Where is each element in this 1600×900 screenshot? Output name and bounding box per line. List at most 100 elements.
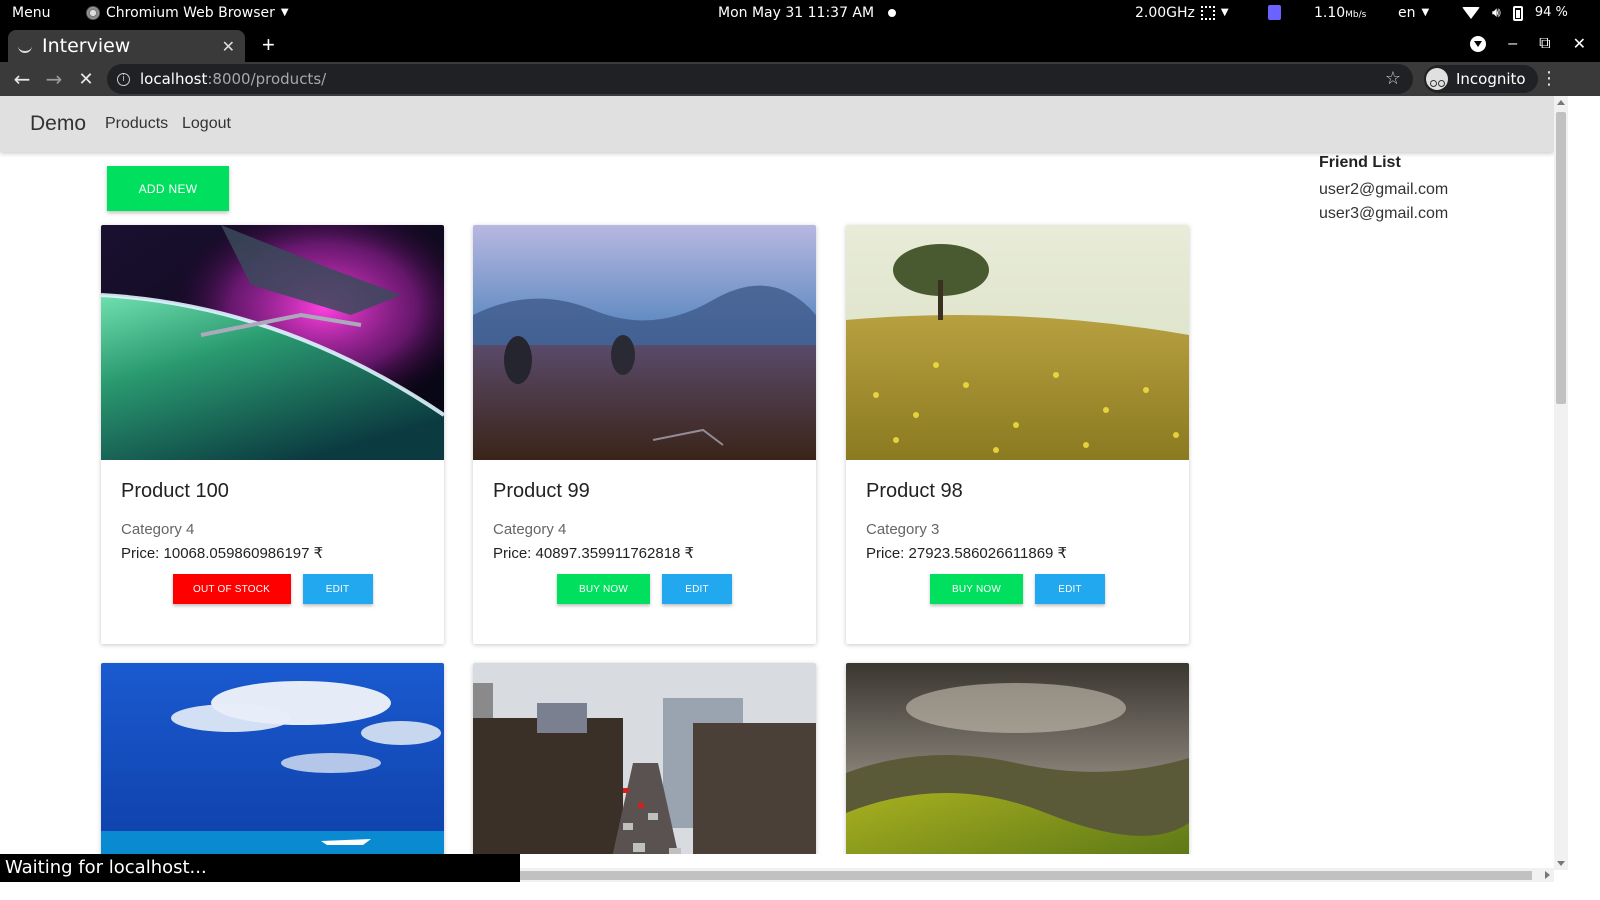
net-speed-unit: Mb/s [1345, 10, 1367, 20]
browser-toolbar: ← → ✕ i localhost:8000/products/ ☆ Incog… [0, 62, 1600, 96]
product-price: Price: 40897.359911762818 ₹ [493, 545, 695, 562]
caret-down-icon: ▼ [1421, 7, 1430, 18]
back-arrow-icon[interactable]: ← [6, 67, 38, 91]
battery-percent: 94 % [1534, 5, 1568, 20]
os-active-app[interactable]: Chromium Web Browser ▼ [86, 0, 289, 26]
notification-dot-icon [888, 9, 897, 17]
friend-list: Friend List user2@gmail.com user3@gmail.… [1319, 154, 1448, 226]
url-path: :8000/products/ [207, 70, 327, 88]
tab-search-icon[interactable] [1470, 36, 1487, 52]
browser-tab-strip: Interview ✕ + – ⧉ ✕ [0, 26, 1600, 62]
card-body: Product 99 Category 4 Price: 40897.35991… [473, 460, 816, 562]
friend-item: user3@gmail.com [1319, 205, 1449, 222]
scroll-right-icon[interactable] [1545, 871, 1550, 879]
product-image[interactable] [101, 225, 444, 460]
product-card [473, 663, 816, 854]
bottom-filler [0, 882, 1600, 900]
loading-spinner-icon [18, 39, 32, 53]
add-new-button[interactable]: ADD NEW [107, 166, 229, 211]
stop-loading-icon[interactable]: ✕ [70, 69, 102, 90]
product-image[interactable] [846, 663, 1189, 854]
scroll-up-icon[interactable] [1557, 100, 1565, 105]
cpu-chip-icon [1200, 6, 1215, 20]
card-actions: BUY NOW EDIT [846, 574, 1189, 644]
loading-status: Waiting for localhost... [0, 854, 520, 882]
volume-icon: 🔊︎ [1492, 5, 1501, 21]
language-code: en [1398, 5, 1416, 21]
bookmark-star-icon[interactable]: ☆ [1385, 68, 1401, 89]
os-clock-text: Mon May 31 11:37 AM [718, 5, 875, 21]
nav-products-link[interactable]: Products [105, 115, 168, 133]
product-image[interactable] [473, 225, 816, 460]
nav-logout-link[interactable]: Logout [182, 115, 231, 133]
battery-icon [1512, 5, 1523, 21]
os-cpu-indicator[interactable]: 2.00GHz ▼ [1135, 0, 1229, 26]
caret-down-icon: ▼ [280, 7, 289, 18]
close-window-icon[interactable]: ✕ [1573, 34, 1586, 54]
scroll-down-icon[interactable] [1557, 861, 1565, 866]
friend-list-title: Friend List [1319, 154, 1401, 171]
os-system-tray[interactable]: 🔊︎ 94 % [1462, 0, 1568, 26]
tab-close-icon[interactable]: ✕ [222, 37, 235, 56]
product-category: Category 4 [493, 521, 567, 538]
product-card [101, 663, 444, 854]
product-card: Product 99 Category 4 Price: 40897.35991… [473, 225, 816, 644]
os-language[interactable]: en ▼ [1398, 0, 1429, 26]
edit-button[interactable]: EDIT [662, 574, 732, 604]
out-of-stock-button[interactable]: OUT OF STOCK [172, 574, 291, 604]
url-host: localhost [140, 70, 208, 88]
address-bar[interactable]: i localhost:8000/products/ ☆ [107, 64, 1413, 94]
product-card [846, 663, 1189, 854]
incognito-icon [1426, 68, 1448, 90]
card-body: Product 98 Category 3 Price: 27923.58602… [846, 460, 1189, 562]
os-network-speed[interactable]: 1.10Mb/s [1314, 0, 1366, 26]
product-price: Price: 27923.586026611869 ₹ [866, 545, 1068, 562]
os-menu-button[interactable]: Menu [12, 0, 50, 26]
product-card: Product 98 Category 3 Price: 27923.58602… [846, 225, 1189, 644]
restore-icon[interactable]: ⧉ [1539, 35, 1550, 53]
edit-button[interactable]: EDIT [1035, 574, 1105, 604]
tab-title: Interview [42, 35, 131, 57]
buy-now-button[interactable]: BUY NOW [930, 574, 1023, 604]
product-image[interactable] [473, 663, 816, 854]
buy-now-button[interactable]: BUY NOW [557, 574, 650, 604]
brand-link[interactable]: Demo [30, 112, 86, 136]
friend-item: user2@gmail.com [1319, 181, 1449, 198]
browser-tab[interactable]: Interview ✕ [8, 30, 245, 62]
vertical-scroll-thumb[interactable] [1556, 112, 1566, 404]
new-tab-button[interactable]: + [262, 32, 275, 58]
window-controls: – ⧉ ✕ [1470, 34, 1586, 54]
product-image[interactable] [101, 663, 444, 854]
card-actions: BUY NOW EDIT [473, 574, 816, 644]
product-image[interactable] [846, 225, 1189, 460]
os-app-name: Chromium Web Browser [106, 5, 275, 21]
horizontal-scroll-thumb[interactable] [520, 871, 1532, 880]
product-title: Product 99 [493, 480, 590, 502]
vertical-scrollbar[interactable] [1554, 96, 1568, 870]
wifi-icon [1462, 7, 1480, 19]
card-actions: OUT OF STOCK EDIT [101, 574, 444, 644]
page-viewport: Demo Products Logout ADD NEW Friend List… [0, 96, 1554, 854]
product-category: Category 4 [121, 521, 195, 538]
os-clock[interactable]: Mon May 31 11:37 AM [718, 0, 897, 26]
incognito-indicator[interactable]: Incognito [1424, 65, 1538, 93]
horizontal-scrollbar[interactable] [520, 868, 1554, 882]
forward-arrow-icon[interactable]: → [38, 67, 70, 91]
product-title: Product 100 [121, 480, 229, 502]
incognito-label: Incognito [1456, 70, 1526, 88]
edit-button[interactable]: EDIT [302, 574, 373, 604]
os-top-bar: Menu Chromium Web Browser ▼ Mon May 31 1… [0, 0, 1600, 26]
card-body: Product 100 Category 4 Price: 10068.0598… [101, 460, 444, 562]
os-note-indicator[interactable] [1268, 0, 1281, 26]
caret-down-icon: ▼ [1220, 7, 1229, 18]
product-card: Product 100 Category 4 Price: 10068.0598… [101, 225, 444, 644]
minimize-icon[interactable]: – [1508, 35, 1517, 53]
site-navbar: Demo Products Logout [0, 96, 1554, 152]
product-title: Product 98 [866, 480, 963, 502]
chromium-icon [86, 6, 100, 20]
net-speed-value: 1.10 [1314, 5, 1346, 21]
browser-menu-icon[interactable]: ⋮ [1540, 68, 1558, 89]
cpu-frequency: 2.00GHz [1135, 5, 1195, 21]
notes-icon [1268, 5, 1281, 20]
site-info-icon[interactable]: i [117, 72, 130, 86]
